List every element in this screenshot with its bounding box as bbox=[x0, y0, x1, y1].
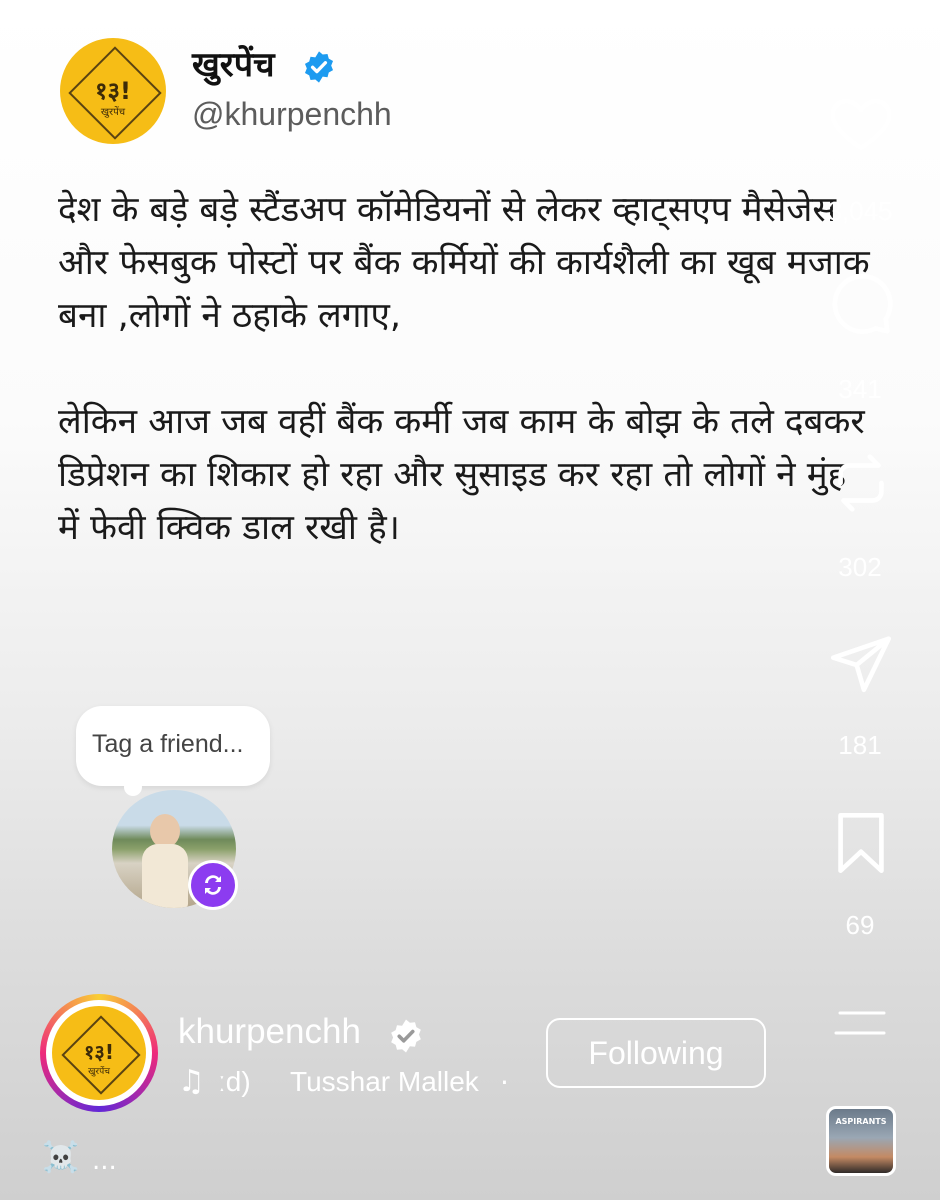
reel-author-avatar[interactable]: १३! खुरपेंच bbox=[52, 1006, 146, 1100]
photo-child-body bbox=[142, 844, 188, 908]
reel-author-username[interactable]: khurpenchh bbox=[178, 1012, 361, 1052]
caption-more[interactable]: ... bbox=[92, 1146, 117, 1176]
music-artist[interactable]: Tusshar Mallek bbox=[290, 1066, 479, 1098]
tag-friend-bubble[interactable]: Tag a friend... bbox=[76, 706, 270, 786]
logo-text: १३! bbox=[95, 77, 131, 105]
verified-badge-icon bbox=[304, 51, 334, 83]
menu-icon[interactable] bbox=[834, 1010, 888, 1036]
logo-subtext: खुरपेंच bbox=[88, 1067, 110, 1077]
send-icon[interactable] bbox=[826, 630, 896, 700]
bookmark-icon[interactable] bbox=[826, 808, 896, 878]
logo-subtext: खुरपेंच bbox=[100, 107, 126, 118]
post-author-avatar[interactable]: १३! खुरपेंच bbox=[60, 38, 166, 144]
logo-text: १३! bbox=[84, 1040, 114, 1064]
shares-count: 181 bbox=[838, 730, 882, 760]
likes-count: 3,045 bbox=[827, 196, 893, 226]
photo-child-head bbox=[150, 814, 180, 848]
audio-album-thumbnail[interactable]: ASPIRANTS bbox=[826, 1106, 896, 1176]
bubble-tail bbox=[124, 778, 142, 796]
heart-icon[interactable] bbox=[826, 88, 896, 158]
following-button[interactable]: Following bbox=[546, 1018, 766, 1088]
music-note-icon: ♫ bbox=[178, 1064, 205, 1099]
skull-emoji: ☠️ bbox=[42, 1140, 80, 1175]
verified-badge-icon bbox=[391, 1019, 421, 1053]
repost-icon[interactable] bbox=[826, 448, 896, 518]
comments-count: 341 bbox=[838, 374, 882, 404]
post-author-handle: @khurpenchh bbox=[192, 96, 392, 132]
swap-badge-icon[interactable] bbox=[188, 860, 238, 910]
post-paragraph-2: लेकिन आज जब वहीं बैंक कर्मी जब काम के बो… bbox=[58, 402, 876, 548]
following-button-label: Following bbox=[588, 1035, 724, 1071]
post-text: देश के बड़े बड़े स्टैंडअप कॉमेडियनों से … bbox=[58, 184, 878, 555]
saves-count: 69 bbox=[845, 910, 875, 940]
tag-friend-text: Tag a friend... bbox=[92, 730, 244, 758]
comment-icon[interactable] bbox=[826, 268, 896, 338]
music-separator: · bbox=[500, 1066, 509, 1099]
music-title-partial[interactable]: ːd) bbox=[218, 1066, 251, 1098]
album-title: ASPIRANTS bbox=[835, 1117, 887, 1126]
post-paragraph-1: देश के बड़े बड़े स्टैंडअप कॉमेडियनों से … bbox=[58, 190, 881, 336]
post-author-name: खुरपेंच bbox=[192, 45, 275, 85]
reposts-count: 302 bbox=[838, 552, 882, 582]
